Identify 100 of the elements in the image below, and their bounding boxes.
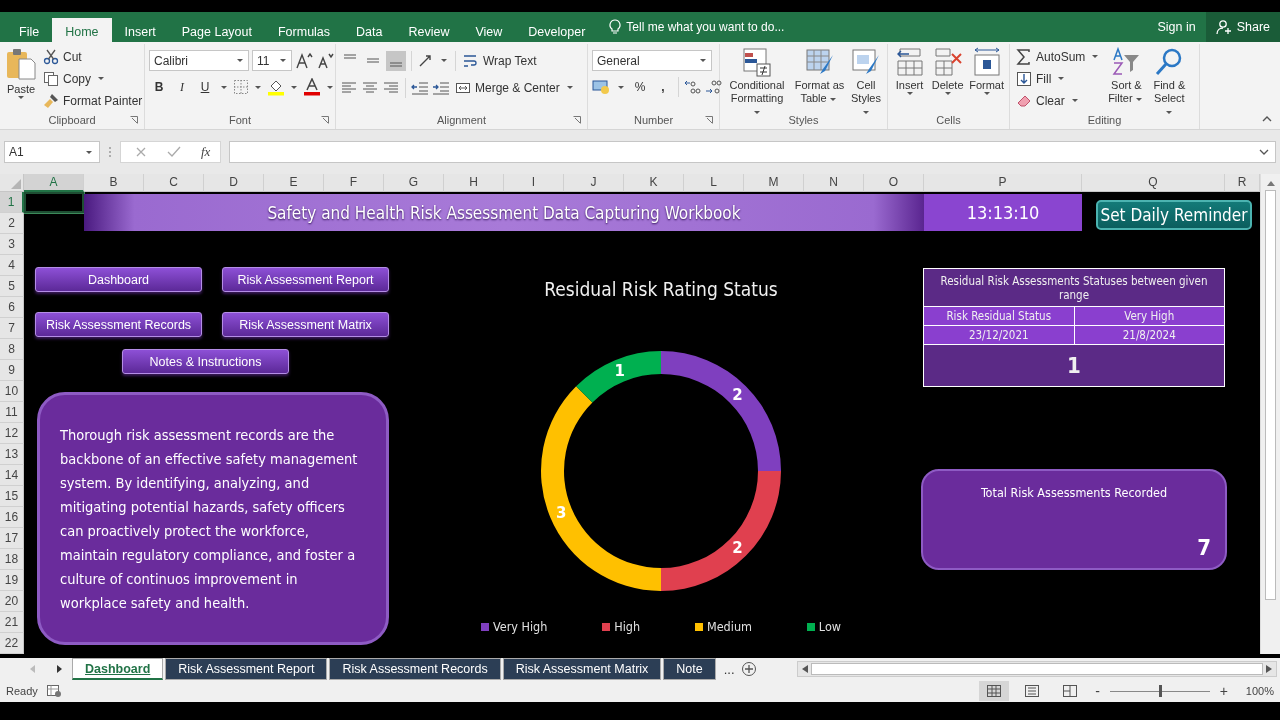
clear-button[interactable]: Clear: [1014, 90, 1104, 111]
autosum-button[interactable]: AutoSum: [1014, 46, 1104, 67]
nav-button[interactable]: Dashboard: [35, 267, 202, 292]
format-cells-button[interactable]: Format: [968, 46, 1005, 96]
ribbon-tab[interactable]: Insert: [111, 18, 169, 42]
expand-icon[interactable]: [1259, 149, 1269, 155]
wrap-text-button[interactable]: Wrap Text: [461, 50, 539, 71]
borders-icon[interactable]: [233, 79, 249, 95]
zoom-slider-thumb[interactable]: [1158, 685, 1162, 697]
dialog-launcher-icon[interactable]: [573, 116, 581, 124]
ribbon-tab[interactable]: Formulas: [264, 18, 344, 42]
table-title: Residual Risk Assessments Statuses between given range: [923, 268, 1225, 307]
add-sheet-icon[interactable]: [740, 661, 757, 677]
nav-button[interactable]: Risk Assessment Matrix: [222, 312, 389, 337]
ribbon-tab[interactable]: View: [462, 18, 516, 42]
scroll-thumb[interactable]: [1265, 190, 1276, 600]
sheet-tab[interactable]: Dashboard: [72, 658, 164, 680]
zoom-out-button[interactable]: -: [1093, 683, 1102, 699]
italic-button[interactable]: I: [172, 77, 192, 97]
collapse-ribbon-icon[interactable]: [1262, 115, 1272, 123]
more-sheets-button[interactable]: ...: [717, 661, 741, 677]
font-size-box[interactable]: 11: [252, 50, 292, 71]
shrink-font-icon[interactable]: [316, 51, 334, 70]
name-box[interactable]: A1: [4, 141, 100, 163]
drag-handle-icon[interactable]: [108, 145, 112, 159]
merge-center-button[interactable]: Merge & Center: [453, 77, 578, 98]
cell-styles-button[interactable]: Cell Styles: [848, 46, 883, 119]
currency-icon[interactable]: [592, 79, 612, 95]
paintbrush-icon: [43, 92, 59, 109]
nav-button[interactable]: Risk Assessment Report: [222, 267, 389, 292]
copy-button[interactable]: Copy: [41, 68, 145, 89]
formula-input[interactable]: [229, 141, 1276, 163]
set-reminder-button[interactable]: Set Daily Reminder: [1096, 200, 1252, 230]
dialog-launcher-icon[interactable]: [130, 116, 138, 124]
caret-icon: [1058, 77, 1065, 80]
scroll-right-icon[interactable]: [55, 665, 63, 673]
percent-button[interactable]: %: [630, 77, 650, 97]
status-text: Ready: [6, 685, 38, 697]
ribbon-tab[interactable]: Page Layout: [168, 18, 265, 42]
ribbon-tab[interactable]: File: [6, 18, 53, 42]
font-name-box[interactable]: Calibri: [149, 50, 249, 71]
macro-record-icon[interactable]: [45, 684, 62, 698]
scroll-left-icon[interactable]: [801, 665, 808, 673]
cancel-icon[interactable]: [135, 146, 147, 158]
caret-icon: [618, 85, 624, 89]
sign-in-link[interactable]: Sign in: [1147, 12, 1206, 42]
ribbon-tab[interactable]: Review: [395, 18, 463, 42]
horizontal-scrollbar[interactable]: [796, 661, 1277, 677]
ribbon-tab[interactable]: Data: [343, 18, 396, 42]
share-button[interactable]: Share: [1205, 12, 1280, 42]
selected-cell[interactable]: [24, 192, 84, 213]
nav-button[interactable]: Risk Assessment Records: [35, 312, 202, 337]
column-header[interactable]: A: [24, 174, 84, 192]
fill-color-icon[interactable]: [267, 78, 285, 96]
sheet-tab[interactable]: Risk Assessment Matrix: [502, 658, 662, 680]
sheet-tab[interactable]: Risk Assessment Report: [165, 658, 328, 680]
sheet-tab[interactable]: Note: [663, 658, 716, 680]
scroll-right-icon[interactable]: [1265, 665, 1272, 673]
copy-icon: [43, 70, 59, 87]
group-label: Cells: [936, 114, 961, 126]
row-header[interactable]: 1: [0, 192, 24, 213]
cut-button[interactable]: Cut: [41, 46, 145, 67]
grow-font-icon[interactable]: [295, 51, 313, 70]
fill-button[interactable]: Fill: [1014, 68, 1104, 89]
sort-filter-button[interactable]: Sort & Filter: [1106, 46, 1147, 106]
scroll-up-icon[interactable]: [1266, 180, 1275, 186]
total-label: Total Risk Assessments Recorded: [980, 485, 1168, 500]
insert-cells-button[interactable]: Insert: [892, 46, 928, 96]
delete-cells-button[interactable]: Delete: [930, 46, 966, 96]
ribbon-tab[interactable]: Home: [52, 18, 112, 42]
underline-button[interactable]: U: [195, 77, 215, 97]
find-select-button[interactable]: Find & Select: [1149, 46, 1190, 119]
insert-cells-icon: [894, 47, 925, 77]
increase-decimal-icon[interactable]: [684, 78, 702, 96]
paste-button[interactable]: Paste: [4, 46, 38, 100]
font-color-icon[interactable]: [303, 78, 321, 96]
bold-button[interactable]: B: [149, 77, 169, 97]
vertical-scrollbar[interactable]: [1260, 174, 1280, 654]
comma-button[interactable]: ,: [653, 77, 673, 97]
normal-view-button[interactable]: [979, 681, 1010, 701]
caret-icon: [1092, 55, 1099, 58]
number-format-box[interactable]: General: [592, 50, 712, 71]
scroll-thumb[interactable]: [810, 663, 1263, 675]
ribbon-tab[interactable]: Developer: [515, 18, 599, 42]
nav-button[interactable]: Notes & Instructions: [122, 349, 289, 374]
decrease-decimal-icon[interactable]: [705, 78, 723, 96]
dialog-launcher-icon[interactable]: [705, 116, 713, 124]
bottom-align-icon[interactable]: [386, 50, 406, 71]
sheet-tab[interactable]: Risk Assessment Records: [329, 658, 501, 680]
insert-function-button[interactable]: fx: [201, 144, 211, 160]
caret-icon: [98, 77, 104, 80]
caret-icon: [221, 85, 227, 89]
dialog-launcher-icon[interactable]: [321, 116, 329, 124]
data-label: 2: [732, 385, 743, 404]
format-as-table-button[interactable]: Format as Table: [793, 46, 846, 106]
zoom-in-button[interactable]: +: [1217, 683, 1230, 699]
zoom-level[interactable]: 100%: [1238, 685, 1274, 697]
tell-me-field[interactable]: Tell me what you want to do...: [626, 20, 807, 34]
checkmark-icon[interactable]: [167, 146, 181, 158]
format-painter-button[interactable]: Format Painter: [41, 90, 145, 111]
